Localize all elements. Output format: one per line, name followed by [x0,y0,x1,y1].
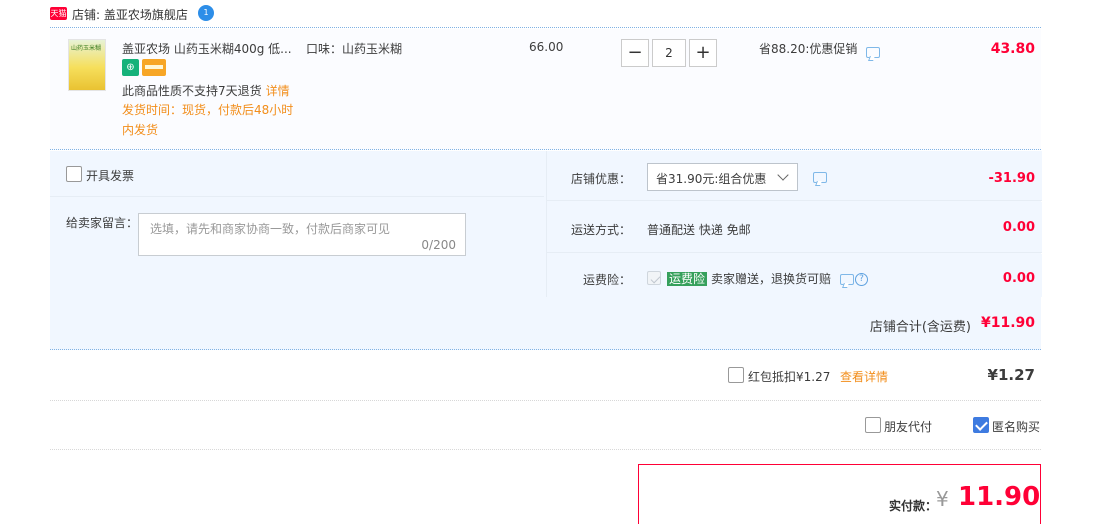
return-policy-note: 此商品性质不支持7天退货 详情 [122,82,290,99]
item-promotion: 省88.20:优惠促销 [759,42,858,56]
chevron-down-icon [777,169,789,181]
seller-memo-input[interactable]: 选填，请先和商家协商一致，付款后商家可见 0/200 [138,213,466,256]
store-name-link[interactable]: 店铺: 盖亚农场旗舰店 [72,6,188,23]
discount-comment-icon[interactable] [813,172,827,183]
store-total-label: 店铺合计(含运费) [869,320,971,335]
invoice-label: 开具发票 [86,169,135,183]
shipping-method: 普通配送 快递 免邮 [647,223,751,237]
invoice-checkbox[interactable] [66,166,82,182]
store-discount-row: 店铺优惠： 省31.90元:组合优惠 -31.90 [547,151,1042,201]
store-discount-select[interactable]: 省31.90元:组合优惠 [647,163,798,191]
store-discount-selected: 省31.90元:组合优惠 [656,172,767,186]
return-policy-detail-link[interactable]: 详情 [266,84,290,98]
quantity-stepper: − 2 + [621,39,717,67]
ship-time-note: 发货时间：现货，付款后48小时内发货 [122,103,294,137]
store-discount-amount: -31.90 [988,171,1035,186]
promo-comment-icon[interactable] [866,47,880,58]
actual-pay-currency: ¥ [936,487,949,511]
actual-pay-label: 实付款： [889,499,938,513]
item-subtotal: 43.80 [990,41,1035,57]
product-thumbnail[interactable]: 山药玉米糊 [68,39,106,91]
memo-label: 给卖家留言： [66,216,139,230]
actual-pay-box: 实付款： ¥ 11.90 [638,464,1041,524]
shipping-insurance-tag: 运费险 [667,272,708,286]
order-options-section: 开具发票 给卖家留言： 选填，请先和商家协商一致，付款后商家可见 0/200 店… [50,151,1042,350]
friend-pay-label: 朋友代付 [884,420,933,434]
product-thumbnail-text: 山药玉米糊 [71,45,102,52]
pay-options-row: 朋友代付 匿名购买 [50,402,1041,450]
product-title-link[interactable]: 盖亚农场 山药玉米糊400g 低... [122,40,292,57]
shipping-insurance-amount: 0.00 [1002,271,1035,286]
shipping-insurance-label: 运费险： [583,273,632,287]
actual-pay-value: 11.90 [958,482,1041,512]
wangwang-chat-icon[interactable]: 1 [198,5,214,21]
friend-pay-checkbox[interactable] [865,417,881,433]
shipping-amount: 0.00 [1002,220,1035,235]
order-options-right: 店铺优惠： 省31.90元:组合优惠 -31.90 运送方式： 普通配送 快递 … [546,151,1042,297]
quantity-input[interactable]: 2 [652,39,686,67]
order-item-row: 山药玉米糊 盖亚农场 山药玉米糊400g 低... ⊕ 此商品性质不支持7天退货… [50,29,1041,150]
shipping-insurance-checkbox [647,271,661,285]
unit-price: 66.00 [529,40,564,54]
card-icon[interactable] [142,59,166,76]
shipping-insurance-text: 卖家赠送，退换货可赔 [711,272,832,286]
red-packet-value: ¥1.27 [987,366,1035,384]
store-total-value: ¥11.90 [980,315,1035,331]
invoice-row: 开具发票 [50,151,544,197]
shipping-insurance-desc: 运费险 卖家赠送，退换货可赔 [667,270,831,287]
shipping-insurance-row: 运费险： 运费险 卖家赠送，退换货可赔 ? 0.00 [547,254,1042,297]
anonymous-checkbox[interactable] [973,417,989,433]
tmall-icon: 天猫 [50,7,67,20]
red-packet-detail-link[interactable]: 查看详情 [840,368,888,385]
return-policy-text: 此商品性质不支持7天退货 [122,84,262,98]
red-packet-checkbox[interactable] [728,367,744,383]
guarantee-icon[interactable]: ⊕ [122,59,139,76]
store-discount-label: 店铺优惠： [571,172,632,186]
red-packet-label: 红包抵扣¥1.27 [748,370,831,384]
order-options-left: 开具发票 给卖家留言： 选填，请先和商家协商一致，付款后商家可见 0/200 [50,151,544,297]
insurance-comment-icon[interactable] [840,274,854,285]
store-total-row: 店铺合计(含运费) ¥11.90 [50,298,1041,350]
anonymous-label: 匿名购买 [992,420,1041,434]
shipping-row: 运送方式： 普通配送 快递 免邮 0.00 [547,202,1042,253]
quantity-increase-button[interactable]: + [689,39,717,67]
shipping-label: 运送方式： [571,223,632,237]
red-packet-row: 红包抵扣¥1.27 查看详情 ¥1.27 [50,351,1041,401]
store-header: 天猫 店铺: 盖亚农场旗舰店 1 [50,0,1041,28]
quantity-decrease-button[interactable]: − [621,39,649,67]
seller-memo-placeholder: 选填，请先和商家协商一致，付款后商家可见 [150,222,391,236]
product-sku: 口味：山药玉米糊 [306,42,403,56]
seller-memo-count: 0/200 [421,238,456,252]
help-icon[interactable]: ? [855,273,868,286]
